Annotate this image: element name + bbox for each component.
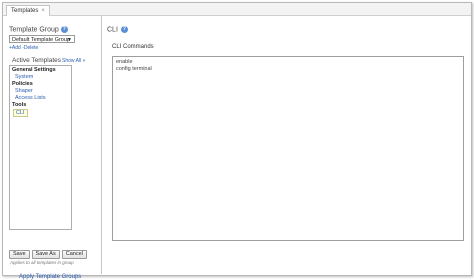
delete-group-link[interactable]: -Delete (22, 45, 38, 51)
active-templates-label: Active Templates (12, 57, 62, 64)
tree-group-tools: Tools (12, 102, 27, 108)
button-row: Save Save As Cancel (9, 250, 89, 259)
template-group-selected-value: Default Template Group (12, 37, 70, 43)
left-panel: Template Group? Default Template Group ▼… (3, 16, 102, 280)
close-icon[interactable]: × (41, 8, 45, 14)
page-title-text: CLI (107, 26, 118, 34)
help-icon[interactable]: ? (120, 26, 128, 33)
tab-bar: Templates × (3, 3, 471, 16)
application-window: Templates × Template Group? Default Templ… (2, 2, 472, 280)
apply-template-groups-link[interactable]: Apply Template Groups (19, 274, 81, 280)
chevron-down-icon: ▼ (67, 37, 72, 43)
tree-item-cli[interactable]: CLI (13, 109, 28, 117)
add-group-link[interactable]: +Add (9, 45, 21, 51)
page-title: CLI? (107, 26, 128, 33)
template-group-select[interactable]: Default Template Group ▼ (9, 35, 75, 43)
tab-label: Templates (11, 8, 39, 14)
save-as-button[interactable]: Save As (31, 250, 60, 259)
show-all-link[interactable]: Show All » (62, 58, 85, 64)
tree-group-general-settings: General Settings (12, 67, 56, 73)
tab-templates[interactable]: Templates × (6, 5, 50, 16)
save-button[interactable]: Save (9, 250, 30, 259)
cli-commands-label: CLI Commands (112, 44, 154, 50)
help-icon[interactable]: ? (60, 26, 68, 33)
cancel-button[interactable]: Cancel (61, 250, 87, 259)
tree-item-system[interactable]: System (12, 74, 69, 81)
apply-note: Applies to all templates in group (10, 260, 74, 265)
tree-item-shaper[interactable]: Shaper (12, 88, 69, 95)
template-tree: General Settings System Policies Shaper … (9, 65, 72, 230)
tree-item-access-lists[interactable]: Access Lists (12, 95, 69, 102)
cli-commands-textarea[interactable]: enable config terminal (112, 56, 464, 241)
tree-group-policies: Policies (12, 81, 33, 87)
template-group-heading: Template Group? (9, 26, 68, 33)
main-panel: CLI? CLI Commands enable config terminal (102, 16, 470, 274)
group-actions: +Add -Delete (9, 45, 38, 51)
cli-command-line: config terminal (116, 65, 152, 72)
template-group-label: Template Group (9, 26, 59, 34)
